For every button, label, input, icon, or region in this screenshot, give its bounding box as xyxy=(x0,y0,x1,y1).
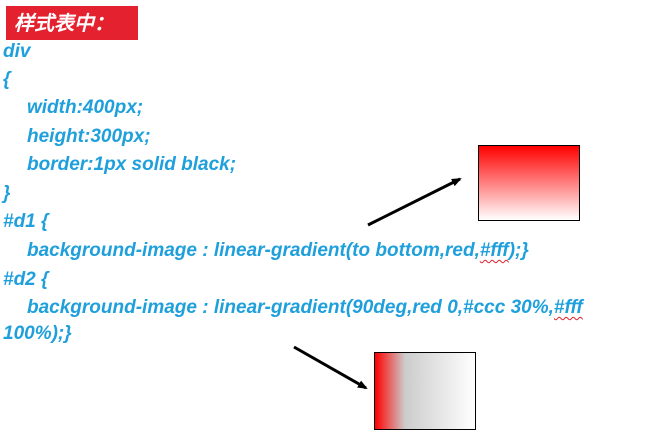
arrow-overlay xyxy=(293,177,462,390)
demo-box-d2-horizontal-gradient xyxy=(374,352,476,430)
demo-box-d1-vertical-gradient xyxy=(478,145,580,221)
arrow-to-d2-icon xyxy=(293,345,368,390)
arrow-to-d1-icon xyxy=(367,177,462,227)
